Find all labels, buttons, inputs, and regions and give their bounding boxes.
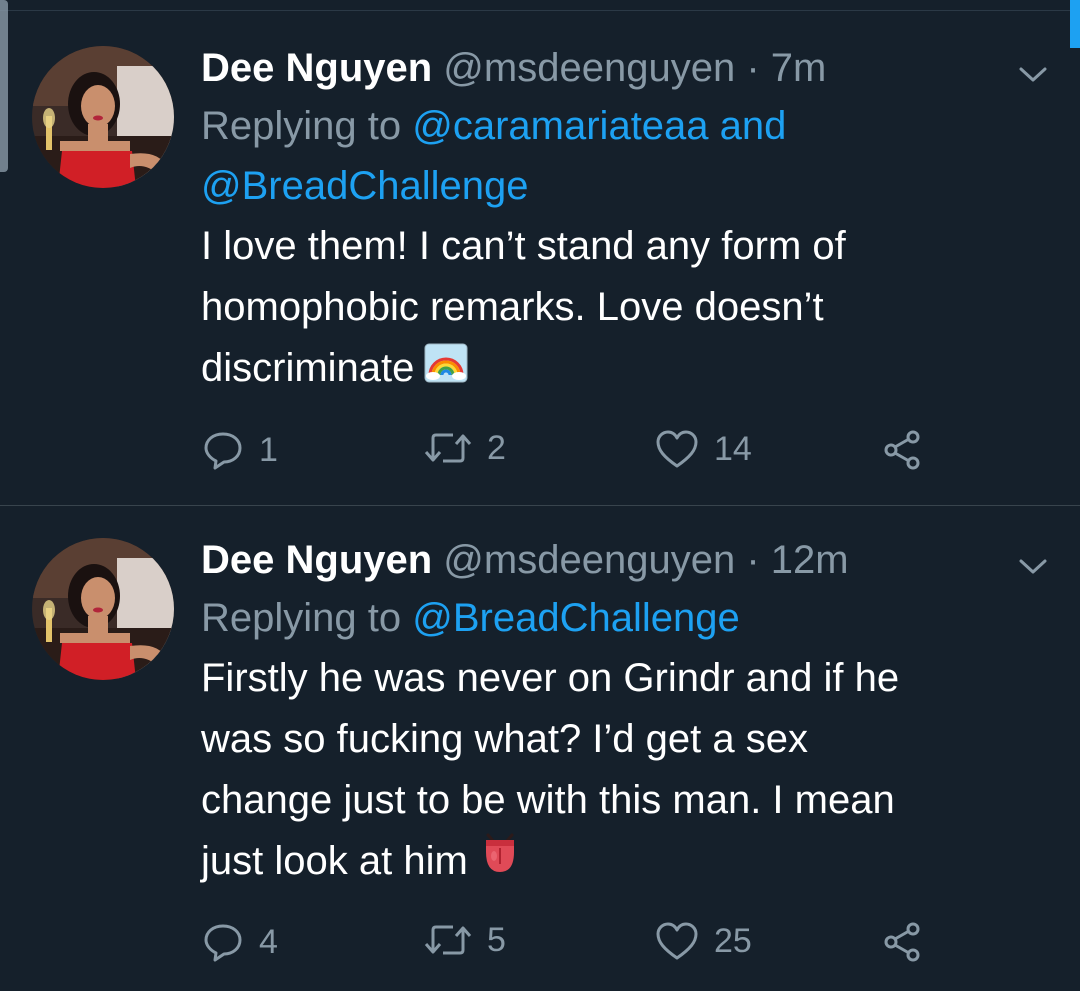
like-button[interactable]: 14: [654, 428, 752, 470]
reply-icon: [204, 924, 242, 962]
retweet-button[interactable]: 5: [423, 920, 506, 960]
author-handle[interactable]: @msdeenguyen: [443, 538, 735, 582]
tweet-text-line: change just to be with this man. I mean: [201, 778, 895, 822]
replying-prefix: Replying to: [201, 104, 402, 148]
author-handle[interactable]: @msdeenguyen: [443, 46, 735, 90]
tweet-content: Dee Nguyen @msdeenguyen · 7m Replying to…: [201, 40, 1021, 401]
reply-icon: [204, 432, 242, 470]
share-icon: [884, 430, 920, 470]
tweet-text: I love them! I can’t stand any form of h…: [201, 216, 1021, 401]
tweet-text: Firstly he was never on Grindr and if he…: [201, 648, 1021, 894]
reply-count: 1: [259, 430, 278, 469]
share-button[interactable]: [881, 920, 925, 964]
reply-button[interactable]: 4: [201, 920, 278, 964]
retweet-count: 5: [487, 920, 506, 959]
tweet-actions: 1 2 14: [201, 428, 961, 478]
rainbow-emoji: [424, 340, 468, 401]
retweet-count: 2: [487, 428, 506, 467]
tweet-divider: [0, 505, 1080, 506]
tweet-text-fragment: just look at him: [201, 839, 468, 883]
avatar[interactable]: [32, 46, 174, 188]
like-icon: [656, 430, 698, 468]
tweet-actions: 4 5 25: [201, 920, 961, 970]
mention-link[interactable]: @caramariateaa: [412, 104, 708, 148]
reply-count: 4: [259, 922, 278, 961]
like-button[interactable]: 25: [654, 920, 752, 962]
tweet[interactable]: Dee Nguyen @msdeenguyen · 7m Replying to…: [0, 18, 1080, 504]
separator: ·: [746, 46, 760, 90]
tweet-text-line: I love them! I can’t stand any form of: [201, 224, 846, 268]
tweet-text-line: homophobic remarks. Love doesn’t: [201, 285, 824, 329]
chevron-down-icon[interactable]: [1016, 62, 1050, 88]
top-divider: [0, 10, 1080, 11]
separator: ·: [746, 538, 760, 582]
mention-link[interactable]: @BreadChallenge: [412, 596, 739, 640]
replying-to: Replying to @BreadChallenge: [201, 588, 1021, 648]
timestamp[interactable]: 7m: [771, 46, 827, 90]
mention-conjunction[interactable]: and: [720, 104, 787, 148]
retweet-icon: [424, 925, 472, 955]
replying-to: Replying to @caramariateaa and @BreadCha…: [201, 96, 1021, 216]
tweet-text-fragment: discriminate: [201, 346, 415, 390]
tweet-text-line: was so fucking what? I’d get a sex: [201, 717, 808, 761]
like-count: 25: [714, 921, 752, 960]
author-name[interactable]: Dee Nguyen: [201, 538, 432, 582]
retweet-icon: [424, 433, 472, 463]
tongue-emoji: [478, 832, 522, 894]
retweet-button[interactable]: 2: [423, 428, 506, 468]
timestamp[interactable]: 12m: [771, 538, 849, 582]
share-icon: [884, 922, 920, 962]
tweet-text-line: Firstly he was never on Grindr and if he: [201, 656, 900, 700]
chevron-down-icon[interactable]: [1016, 554, 1050, 580]
tweet-text-line: discriminate: [201, 338, 1021, 401]
like-count: 14: [714, 429, 752, 468]
reply-button[interactable]: 1: [201, 428, 278, 472]
mention-link[interactable]: @BreadChallenge: [201, 164, 528, 208]
like-icon: [656, 922, 698, 960]
author-name[interactable]: Dee Nguyen: [201, 46, 432, 90]
share-button[interactable]: [881, 428, 925, 472]
tweet-header: Dee Nguyen @msdeenguyen · 12m: [201, 532, 1021, 588]
tweet-text-line: just look at him: [201, 831, 1021, 894]
avatar[interactable]: [32, 538, 174, 680]
tweet-header: Dee Nguyen @msdeenguyen · 7m: [201, 40, 1021, 96]
tweet[interactable]: Dee Nguyen @msdeenguyen · 12m Replying t…: [0, 510, 1080, 991]
tweet-content: Dee Nguyen @msdeenguyen · 12m Replying t…: [201, 532, 1021, 894]
replying-prefix: Replying to: [201, 596, 402, 640]
